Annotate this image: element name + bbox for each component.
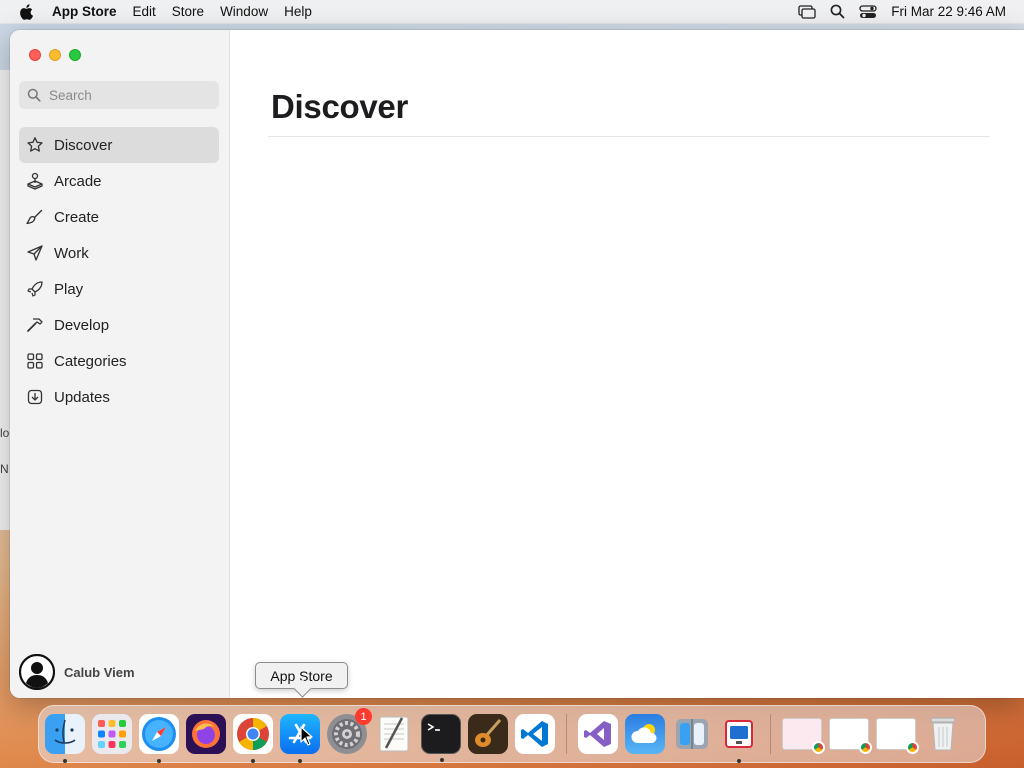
close-button[interactable]	[29, 49, 41, 61]
search-input[interactable]	[49, 87, 199, 103]
dock-weather-icon[interactable]	[625, 714, 665, 754]
dock-garageband-icon[interactable]	[468, 714, 508, 754]
window-controls	[29, 49, 81, 61]
rocket-icon	[26, 280, 44, 298]
chrome-icon	[906, 741, 919, 754]
sidebar-item-label: Arcade	[54, 172, 102, 190]
dock-launchpad-icon[interactable]	[92, 714, 132, 754]
chrome-icon	[812, 741, 825, 754]
zoom-button[interactable]	[69, 49, 81, 61]
sidebar-item-create[interactable]: Create	[19, 199, 219, 235]
dock-vscode-icon[interactable]	[515, 714, 555, 754]
screen-mirroring-icon[interactable]	[798, 4, 816, 19]
dock-trash-icon[interactable]	[923, 714, 963, 754]
menu-app-name[interactable]: App Store	[52, 4, 125, 19]
menu-edit[interactable]: Edit	[125, 4, 164, 19]
joystick-icon	[26, 172, 44, 190]
sidebar-item-label: Work	[54, 244, 89, 262]
dock-minimized-window-icon[interactable]	[829, 714, 872, 754]
dock-system-settings-icon[interactable]: 1	[327, 708, 372, 754]
mouse-cursor-icon	[300, 726, 313, 746]
running-indicator	[298, 759, 302, 763]
dock-safari-icon[interactable]	[139, 714, 179, 763]
background-window-text: N	[0, 462, 9, 476]
title-divider	[268, 136, 990, 137]
notification-badge: 1	[355, 708, 372, 725]
paper-plane-icon	[26, 244, 44, 262]
running-indicator	[440, 758, 444, 762]
sidebar-item-label: Create	[54, 208, 100, 226]
sidebar-item-label: Discover	[54, 136, 113, 154]
chrome-icon	[859, 741, 872, 754]
search-icon	[27, 88, 41, 102]
dock-minimized-window-icon[interactable]	[782, 714, 825, 754]
sidebar-item-updates[interactable]: Updates	[19, 379, 219, 415]
dock-terminal-icon[interactable]	[421, 714, 461, 762]
control-center-icon[interactable]	[859, 4, 877, 19]
account-button[interactable]: Calub Viem	[19, 654, 135, 690]
menu-help[interactable]: Help	[276, 4, 320, 19]
star-icon	[26, 136, 44, 154]
running-indicator	[157, 759, 161, 763]
spotlight-search-icon[interactable]	[830, 4, 845, 19]
sidebar-item-label: Play	[54, 280, 84, 298]
dock-firefox-icon[interactable]	[186, 714, 226, 754]
apple-menu-icon[interactable]	[0, 3, 52, 20]
main-content: Discover	[230, 30, 1024, 698]
dock: 1	[38, 705, 986, 763]
dock-visual-studio-icon[interactable]	[578, 714, 618, 754]
sidebar-item-develop[interactable]: Develop	[19, 307, 219, 343]
dock-minimized-window-icon[interactable]	[876, 714, 919, 754]
brush-icon	[26, 208, 44, 226]
menu-clock[interactable]: Fri Mar 22 9:46 AM	[891, 4, 1006, 19]
dock-chrome-icon[interactable]	[233, 714, 273, 763]
hammer-icon	[26, 316, 44, 334]
dock-migration-assistant-icon[interactable]	[672, 714, 712, 754]
page-title: Discover	[271, 88, 409, 125]
dock-finder-icon[interactable]	[45, 714, 85, 763]
dock-remote-desktop-icon[interactable]	[719, 714, 759, 763]
grid-icon	[26, 352, 44, 370]
menu-store[interactable]: Store	[164, 4, 212, 19]
account-name: Calub Viem	[64, 664, 135, 680]
sidebar-item-label: Updates	[54, 388, 110, 406]
dock-textedit-icon[interactable]	[374, 714, 414, 754]
sidebar-item-label: Categories	[54, 352, 127, 370]
download-icon	[26, 388, 44, 406]
menu-window[interactable]: Window	[212, 4, 276, 19]
sidebar-item-arcade[interactable]: Arcade	[19, 163, 219, 199]
sidebar: Discover Arcade Create Work	[10, 30, 230, 698]
sidebar-item-discover[interactable]: Discover	[19, 127, 219, 163]
background-window-text: lo	[0, 426, 10, 440]
running-indicator	[251, 759, 255, 763]
avatar	[19, 654, 55, 690]
sidebar-item-label: Develop	[54, 316, 110, 334]
sidebar-item-play[interactable]: Play	[19, 271, 219, 307]
search-field[interactable]	[19, 81, 219, 109]
app-store-window: Discover Arcade Create Work	[10, 30, 1024, 698]
running-indicator	[63, 759, 67, 763]
sidebar-item-categories[interactable]: Categories	[19, 343, 219, 379]
dock-separator	[566, 714, 567, 754]
sidebar-item-work[interactable]: Work	[19, 235, 219, 271]
menu-bar: App Store Edit Store Window Help Fri Mar…	[0, 0, 1024, 24]
sidebar-nav: Discover Arcade Create Work Play Develop…	[19, 127, 219, 415]
running-indicator	[737, 759, 741, 763]
dock-separator	[770, 714, 771, 754]
minimize-button[interactable]	[49, 49, 61, 61]
dock-tooltip: App Store	[255, 662, 348, 689]
